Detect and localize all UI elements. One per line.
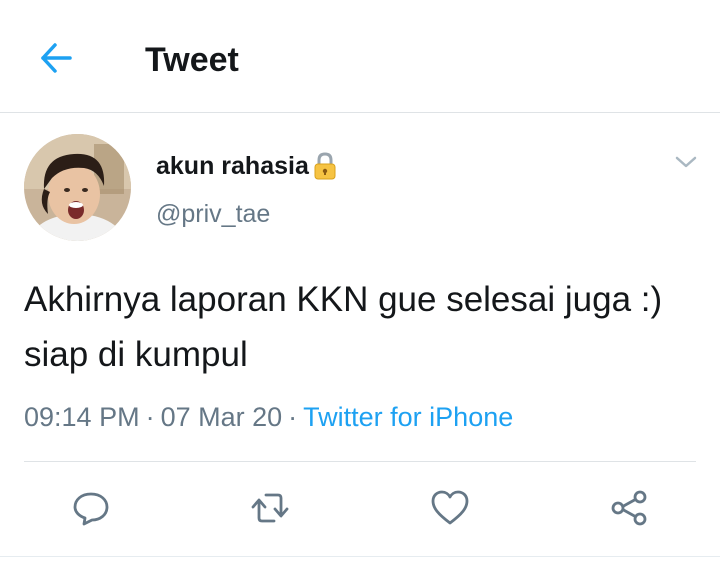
avatar[interactable] — [24, 134, 131, 241]
username[interactable]: @priv_tae — [156, 196, 270, 232]
display-name-row[interactable]: akun rahasia — [156, 148, 337, 184]
heart-icon — [431, 490, 469, 525]
retweet-button[interactable] — [250, 488, 290, 528]
share-icon — [611, 490, 647, 526]
retweet-icon — [251, 493, 289, 523]
tweet-time: 09:14 PM — [24, 402, 140, 432]
tweet-meta: 09:14 PM · 07 Mar 20 · Twitter for iPhone — [24, 397, 513, 437]
display-name[interactable]: akun rahasia — [156, 148, 309, 184]
more-options-button[interactable] — [673, 152, 699, 172]
arrow-left-icon — [41, 43, 72, 73]
meta-separator: · — [288, 402, 298, 432]
chevron-down-icon — [675, 156, 697, 168]
share-button[interactable] — [609, 488, 649, 528]
back-button[interactable] — [36, 38, 76, 78]
reply-button[interactable] — [71, 488, 111, 528]
divider — [0, 556, 720, 557]
top-bar: Tweet — [0, 0, 720, 113]
tweet-date: 07 Mar 20 — [160, 402, 283, 432]
tweet-text: Akhirnya laporan KKN gue selesai juga :)… — [24, 280, 663, 374]
like-button[interactable] — [430, 488, 470, 528]
meta-separator: · — [145, 402, 155, 432]
page-title: Tweet — [145, 41, 239, 79]
tweet-source-link[interactable]: Twitter for iPhone — [303, 402, 513, 432]
lock-icon — [313, 151, 337, 181]
divider — [24, 461, 696, 462]
avatar-image — [24, 134, 131, 241]
reply-icon — [73, 492, 109, 526]
